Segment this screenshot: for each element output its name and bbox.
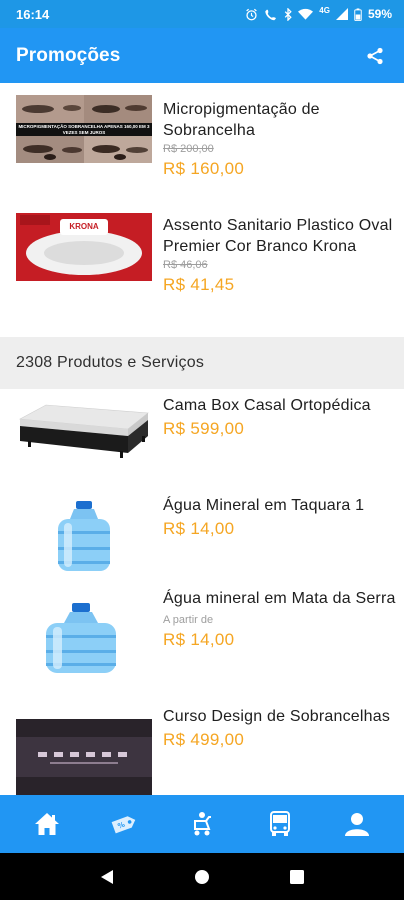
- course-photo: [16, 719, 152, 795]
- nav-transport-button[interactable]: [256, 800, 304, 848]
- product-price: R$ 499,00: [163, 730, 245, 749]
- product-title: Cama Box Casal Ortopédica: [163, 397, 371, 414]
- product-price: R$ 14,00: [163, 630, 235, 649]
- nav-promotions-button[interactable]: %: [100, 800, 148, 848]
- app-bar: Promoções: [0, 28, 404, 83]
- share-icon: [367, 47, 383, 64]
- water-jug-photo: [58, 501, 110, 571]
- wifi-icon: [298, 8, 314, 20]
- bluetooth-icon: [285, 7, 293, 21]
- product-info: Água Mineral em Taquara 1 R$ 14,00: [163, 495, 396, 540]
- promo-price: R$ 41,45: [163, 275, 235, 294]
- wifi-call-icon: [265, 9, 277, 20]
- nav-home-button[interactable]: [23, 800, 71, 848]
- battery-percent: 59%: [367, 7, 392, 21]
- product-item[interactable]: Cama Box Casal Ortopédica R$ 599,00: [0, 389, 404, 489]
- promo-price: R$ 160,00: [163, 159, 245, 178]
- product-from-label: A partir de: [163, 614, 214, 626]
- product-info: Cama Box Casal Ortopédica R$ 599,00: [163, 395, 396, 440]
- promo-image-caption: KRONA: [69, 222, 99, 231]
- product-image-water-jug: [16, 603, 152, 675]
- system-back-button[interactable]: [87, 857, 127, 897]
- battery-icon: [354, 7, 362, 21]
- product-info: Curso Design de Sobrancelhas R$ 499,00: [163, 706, 396, 751]
- promo-info: Micropigmentação de Sobrancelha R$ 200,0…: [163, 99, 396, 180]
- content-list: MICROPIGMENTAÇÃO SOBRANCELHA APENAS 160,…: [0, 83, 404, 795]
- bed-photo: [18, 404, 149, 458]
- system-navigation-bar: [0, 853, 404, 900]
- product-price: R$ 599,00: [163, 419, 245, 438]
- home-circle-icon: [194, 869, 209, 884]
- nav-kids-button[interactable]: [178, 800, 226, 848]
- bottom-navigation: %: [0, 795, 404, 853]
- tag-icon: %: [112, 816, 136, 834]
- signal-icon: [335, 8, 348, 20]
- nav-profile-button[interactable]: [333, 800, 381, 848]
- status-time: 16:14: [16, 6, 50, 22]
- promo-image-toilet-seat: KRONA: [16, 213, 152, 281]
- product-info: Água mineral em Mata da Serra A partir d…: [163, 588, 396, 651]
- back-icon: [101, 869, 114, 884]
- promo-title: Micropigmentação de Sobrancelha: [163, 101, 320, 139]
- product-item[interactable]: Curso Design de Sobrancelhas R$ 499,00: [0, 708, 404, 795]
- product-price: R$ 14,00: [163, 519, 235, 538]
- product-item[interactable]: Água Mineral em Taquara 1 R$ 14,00: [0, 489, 404, 589]
- stroller-icon: [193, 812, 211, 836]
- product-title: Curso Design de Sobrancelhas: [163, 708, 391, 725]
- promo-old-price: R$ 200,00: [163, 143, 214, 155]
- home-icon: [34, 813, 59, 835]
- product-image-bed: [16, 399, 152, 474]
- network-type: 4G: [319, 5, 330, 15]
- system-home-button[interactable]: [182, 857, 222, 897]
- product-item[interactable]: Água mineral em Mata da Serra A partir d…: [0, 589, 404, 710]
- recents-icon: [289, 869, 304, 884]
- promo-info: Assento Sanitario Plastico Oval Premier …: [163, 215, 396, 296]
- status-icons: 4G 59%: [245, 5, 392, 21]
- promo-old-price: R$ 46,06: [163, 259, 208, 271]
- product-title: Água Mineral em Taquara 1: [163, 497, 365, 514]
- product-image-water-jug: [16, 501, 152, 573]
- bus-icon: [269, 811, 290, 836]
- product-title: Água mineral em Mata da Serra: [163, 590, 396, 607]
- promo-title: Assento Sanitario Plastico Oval Premier …: [163, 217, 393, 255]
- product-image-course: [16, 719, 152, 795]
- promo-item[interactable]: MICROPIGMENTAÇÃO SOBRANCELHA APENAS 160,…: [0, 91, 404, 206]
- products-section-header: 2308 Produtos e Serviços: [0, 337, 404, 389]
- promo-image-caption: MICROPIGMENTAÇÃO SOBRANCELHA APENAS 160,…: [18, 124, 150, 135]
- user-icon: [345, 813, 370, 836]
- promo-item[interactable]: KRONA Assento Sanitario Plastico Oval Pr…: [0, 206, 404, 337]
- status-bar: 16:14 4G 59%: [0, 0, 404, 28]
- share-button[interactable]: [360, 41, 390, 71]
- page-title: Promoções: [16, 44, 121, 66]
- system-recents-button[interactable]: [277, 857, 317, 897]
- promo-image-eyebrow: MICROPIGMENTAÇÃO SOBRANCELHA APENAS 160,…: [16, 95, 152, 163]
- products-count-label: 2308 Produtos e Serviços: [16, 354, 205, 371]
- water-jug-photo: [46, 603, 116, 673]
- alarm-icon: [246, 8, 258, 20]
